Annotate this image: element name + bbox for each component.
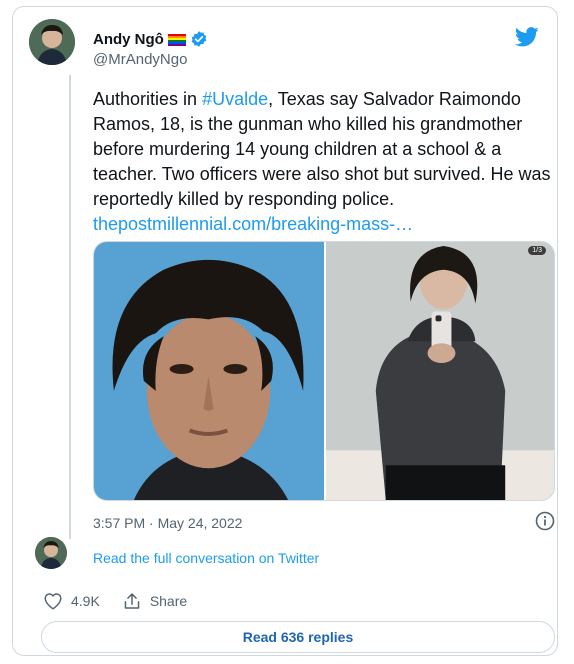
image-counter: 1/3 xyxy=(528,246,546,255)
media-image-1[interactable] xyxy=(94,242,326,500)
heart-icon xyxy=(43,592,63,610)
hashtag-link[interactable]: #Uvalde xyxy=(202,89,268,109)
like-count: 4.9K xyxy=(71,593,100,609)
tweet-text-start: Authorities in xyxy=(93,89,203,109)
like-button[interactable]: 4.9K xyxy=(43,592,100,610)
media-image-2[interactable]: 1/3 xyxy=(326,242,554,500)
share-label: Share xyxy=(149,593,188,609)
twitter-bird-icon[interactable] xyxy=(514,27,539,47)
tweet-card: Andy Ngô @MrAndyNgo Authorities in #Uval… xyxy=(12,6,558,656)
media-grid: 1/3 xyxy=(93,241,555,501)
verified-badge-icon xyxy=(190,30,208,48)
read-full-conversation-link[interactable]: Read the full conversation on Twitter xyxy=(93,550,319,566)
tweet-timestamp[interactable]: 3:57 PM · May 24, 2022 xyxy=(93,515,242,531)
author-name-row[interactable]: Andy Ngô xyxy=(93,29,208,49)
photo-mirror-selfie xyxy=(326,242,554,500)
thread-line xyxy=(69,75,71,539)
author-name[interactable]: Andy Ngô xyxy=(93,31,164,48)
article-link[interactable]: thepostmillennial.com/breaking-mass-… xyxy=(93,214,413,234)
author-handle[interactable]: @MrAndyNgo xyxy=(93,51,187,68)
share-icon xyxy=(122,592,142,610)
author-avatar[interactable] xyxy=(29,19,75,65)
tweet-actions: 4.9K Share xyxy=(43,592,187,610)
conversation-avatar[interactable] xyxy=(35,537,67,569)
pride-flag-icon xyxy=(167,33,186,46)
photo-mugshot xyxy=(94,242,324,500)
tweet-text: Authorities in #Uvalde, Texas say Salvad… xyxy=(93,87,563,237)
share-button[interactable]: Share xyxy=(122,592,187,610)
info-icon[interactable] xyxy=(535,511,555,531)
read-replies-button[interactable]: Read 636 replies xyxy=(41,621,555,653)
